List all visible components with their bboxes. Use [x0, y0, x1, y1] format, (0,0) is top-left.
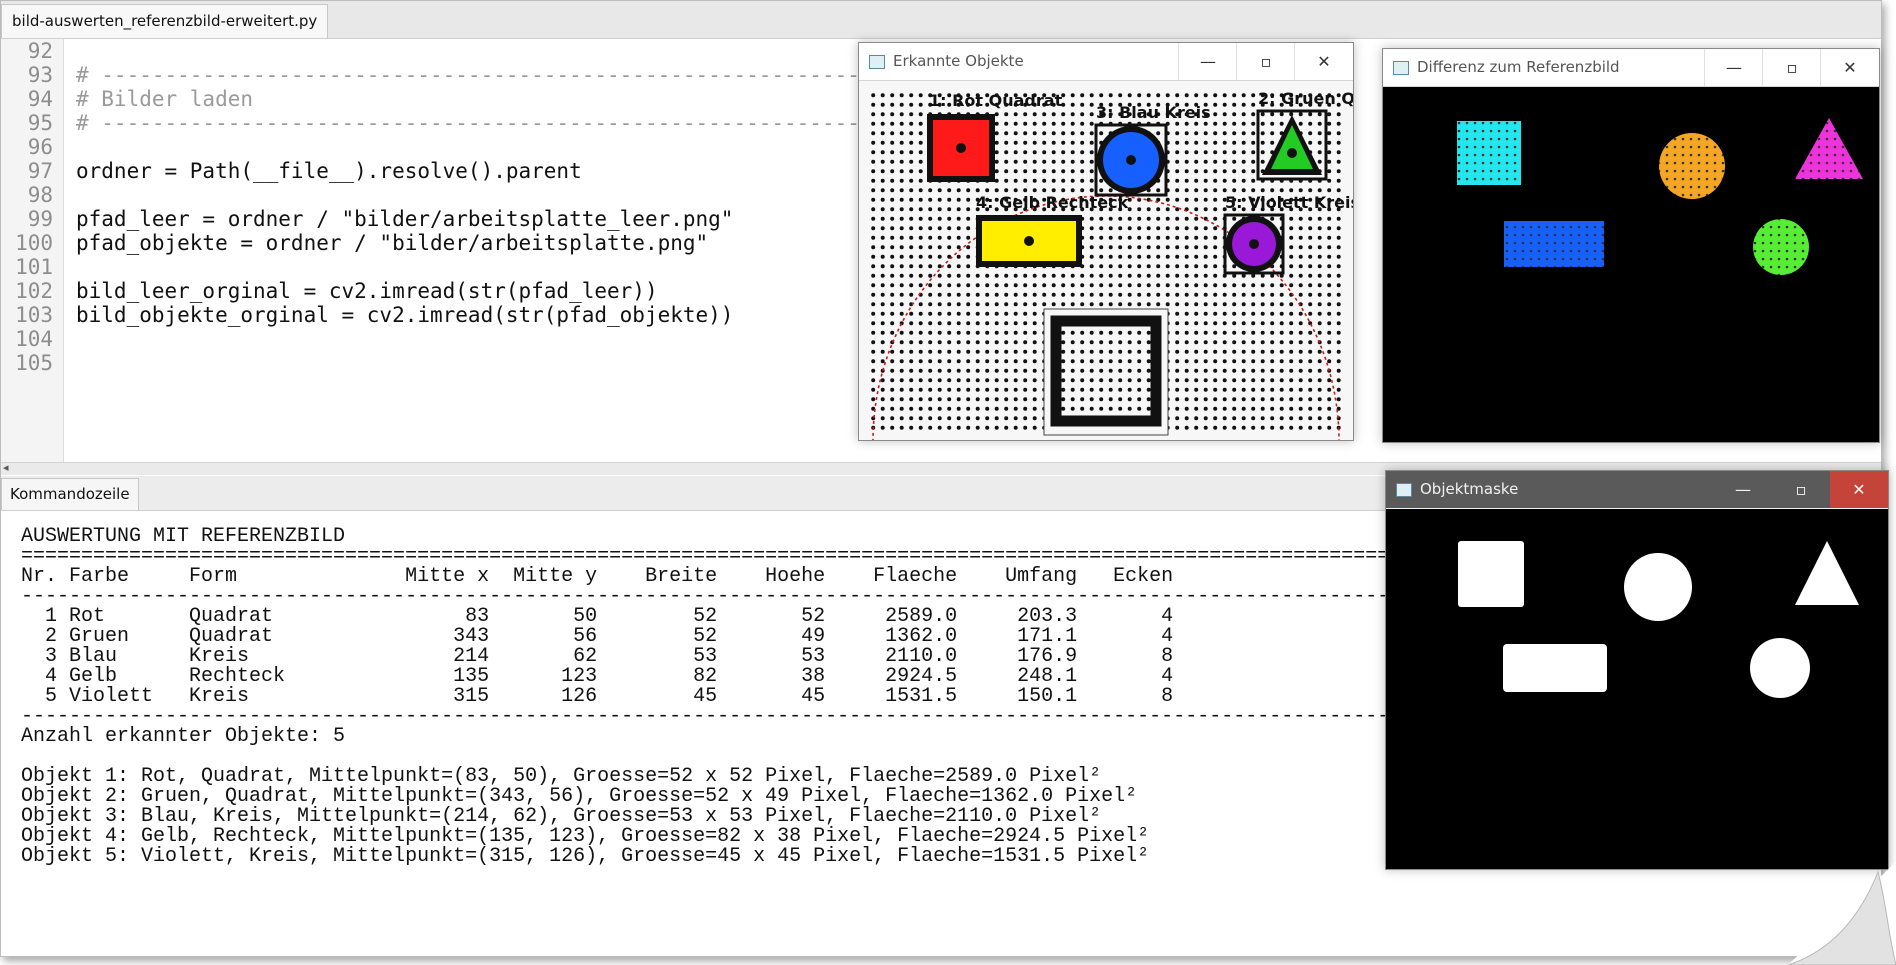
window-icon — [869, 55, 885, 69]
line-number: 93 — [27, 63, 53, 87]
line-number: 95 — [27, 111, 53, 135]
line-number: 104 — [15, 327, 53, 351]
mask-rectangle — [1503, 644, 1607, 692]
line-number: 97 — [27, 159, 53, 183]
line-number: 100 — [15, 231, 53, 255]
code-line: pfad_leer = ordner / "bilder/arbeitsplat… — [76, 207, 734, 231]
line-number: 96 — [27, 135, 53, 159]
object-line: Objekt 5: Violett, Kreis, Mittelpunkt=(3… — [21, 845, 1150, 868]
maximize-button[interactable]: ▫ — [1236, 43, 1295, 80]
window-titlebar[interactable]: Objektmaske — ▫ ✕ — [1386, 471, 1888, 508]
line-number: 98 — [27, 183, 53, 207]
code-line: pfad_objekte = ordner / "bilder/arbeitsp… — [76, 231, 709, 255]
mask-circle-large — [1624, 553, 1692, 621]
line-number: 105 — [15, 351, 53, 375]
label-object-1: 1: Rot Quadrat — [929, 91, 1063, 110]
label-object-3: 3: Blau Kreis — [1096, 103, 1211, 122]
maximize-button[interactable]: ▫ — [1762, 49, 1821, 86]
mask-image — [1386, 509, 1888, 869]
minimize-button[interactable]: — — [1714, 471, 1772, 508]
window-title: Differenz zum Referenzbild — [1417, 58, 1620, 76]
close-button[interactable]: ✕ — [1820, 49, 1879, 86]
code-line: bild_objekte_orginal = cv2.imread(str(pf… — [76, 303, 734, 327]
code-line: # --------------------------------------… — [76, 63, 936, 87]
window-title: Objektmaske — [1420, 480, 1519, 498]
code-line: bild_leer_orginal = cv2.imread(str(pfad_… — [76, 279, 658, 303]
close-button[interactable]: ✕ — [1830, 471, 1888, 508]
label-object-5: 5: Violett Kreis — [1225, 193, 1353, 212]
mask-circle-small — [1750, 638, 1810, 698]
label-object-4: 4: Gelb Rechteck — [976, 193, 1129, 212]
frame-square — [1050, 315, 1162, 427]
maximize-button[interactable]: ▫ — [1772, 471, 1830, 508]
line-number: 92 — [27, 39, 53, 63]
mask-image-canvas — [1386, 509, 1888, 869]
line-number: 103 — [15, 303, 53, 327]
close-button[interactable]: ✕ — [1294, 43, 1353, 80]
difference-window[interactable]: Differenz zum Referenzbild — ▫ ✕ — [1382, 48, 1880, 443]
line-number: 101 — [15, 255, 53, 279]
line-number: 94 — [27, 87, 53, 111]
line-number: 99 — [27, 207, 53, 231]
code-line: ordner = Path(__file__).resolve().parent — [76, 159, 582, 183]
code-line: # --------------------------------------… — [76, 111, 936, 135]
detected-objects-window[interactable]: Erkannte Objekte — ▫ ✕ 1: Rot Quadrat 3:… — [858, 42, 1366, 687]
mask-square — [1458, 541, 1524, 607]
detected-image-canvas: 1: Rot Quadrat 3: Blau Kreis 2: Gruen Qu… — [859, 81, 1366, 687]
mask-window[interactable]: Objektmaske — ▫ ✕ — [1385, 470, 1889, 870]
editor-tabstrip: bild-auswerten_referenzbild-erweitert.py — [1, 1, 1881, 39]
label-object-2: 2: Gruen Qu — [1258, 89, 1353, 108]
difference-image-canvas — [1383, 87, 1879, 442]
code-line: # Bilder laden — [76, 87, 254, 111]
tab-command-line[interactable]: Kommandozeile — [1, 478, 139, 510]
line-number: 102 — [15, 279, 53, 303]
window-icon — [1393, 61, 1409, 75]
object-count: Anzahl erkannter Objekte: 5 — [21, 725, 346, 748]
window-titlebar[interactable]: Differenz zum Referenzbild — ▫ ✕ — [1383, 49, 1879, 87]
detected-image: 1: Rot Quadrat 3: Blau Kreis 2: Gruen Qu… — [859, 81, 1366, 687]
window-title: Erkannte Objekte — [893, 52, 1024, 70]
window-icon — [1396, 483, 1412, 497]
page-curl — [1788, 862, 1896, 965]
window-titlebar[interactable]: Erkannte Objekte — ▫ ✕ — [859, 43, 1353, 81]
scroll-left-icon[interactable]: ◂ — [3, 461, 9, 474]
tab-file[interactable]: bild-auswerten_referenzbild-erweitert.py — [1, 4, 329, 38]
difference-image — [1383, 87, 1879, 442]
minimize-button[interactable]: — — [1704, 49, 1763, 86]
minimize-button[interactable]: — — [1178, 43, 1237, 80]
